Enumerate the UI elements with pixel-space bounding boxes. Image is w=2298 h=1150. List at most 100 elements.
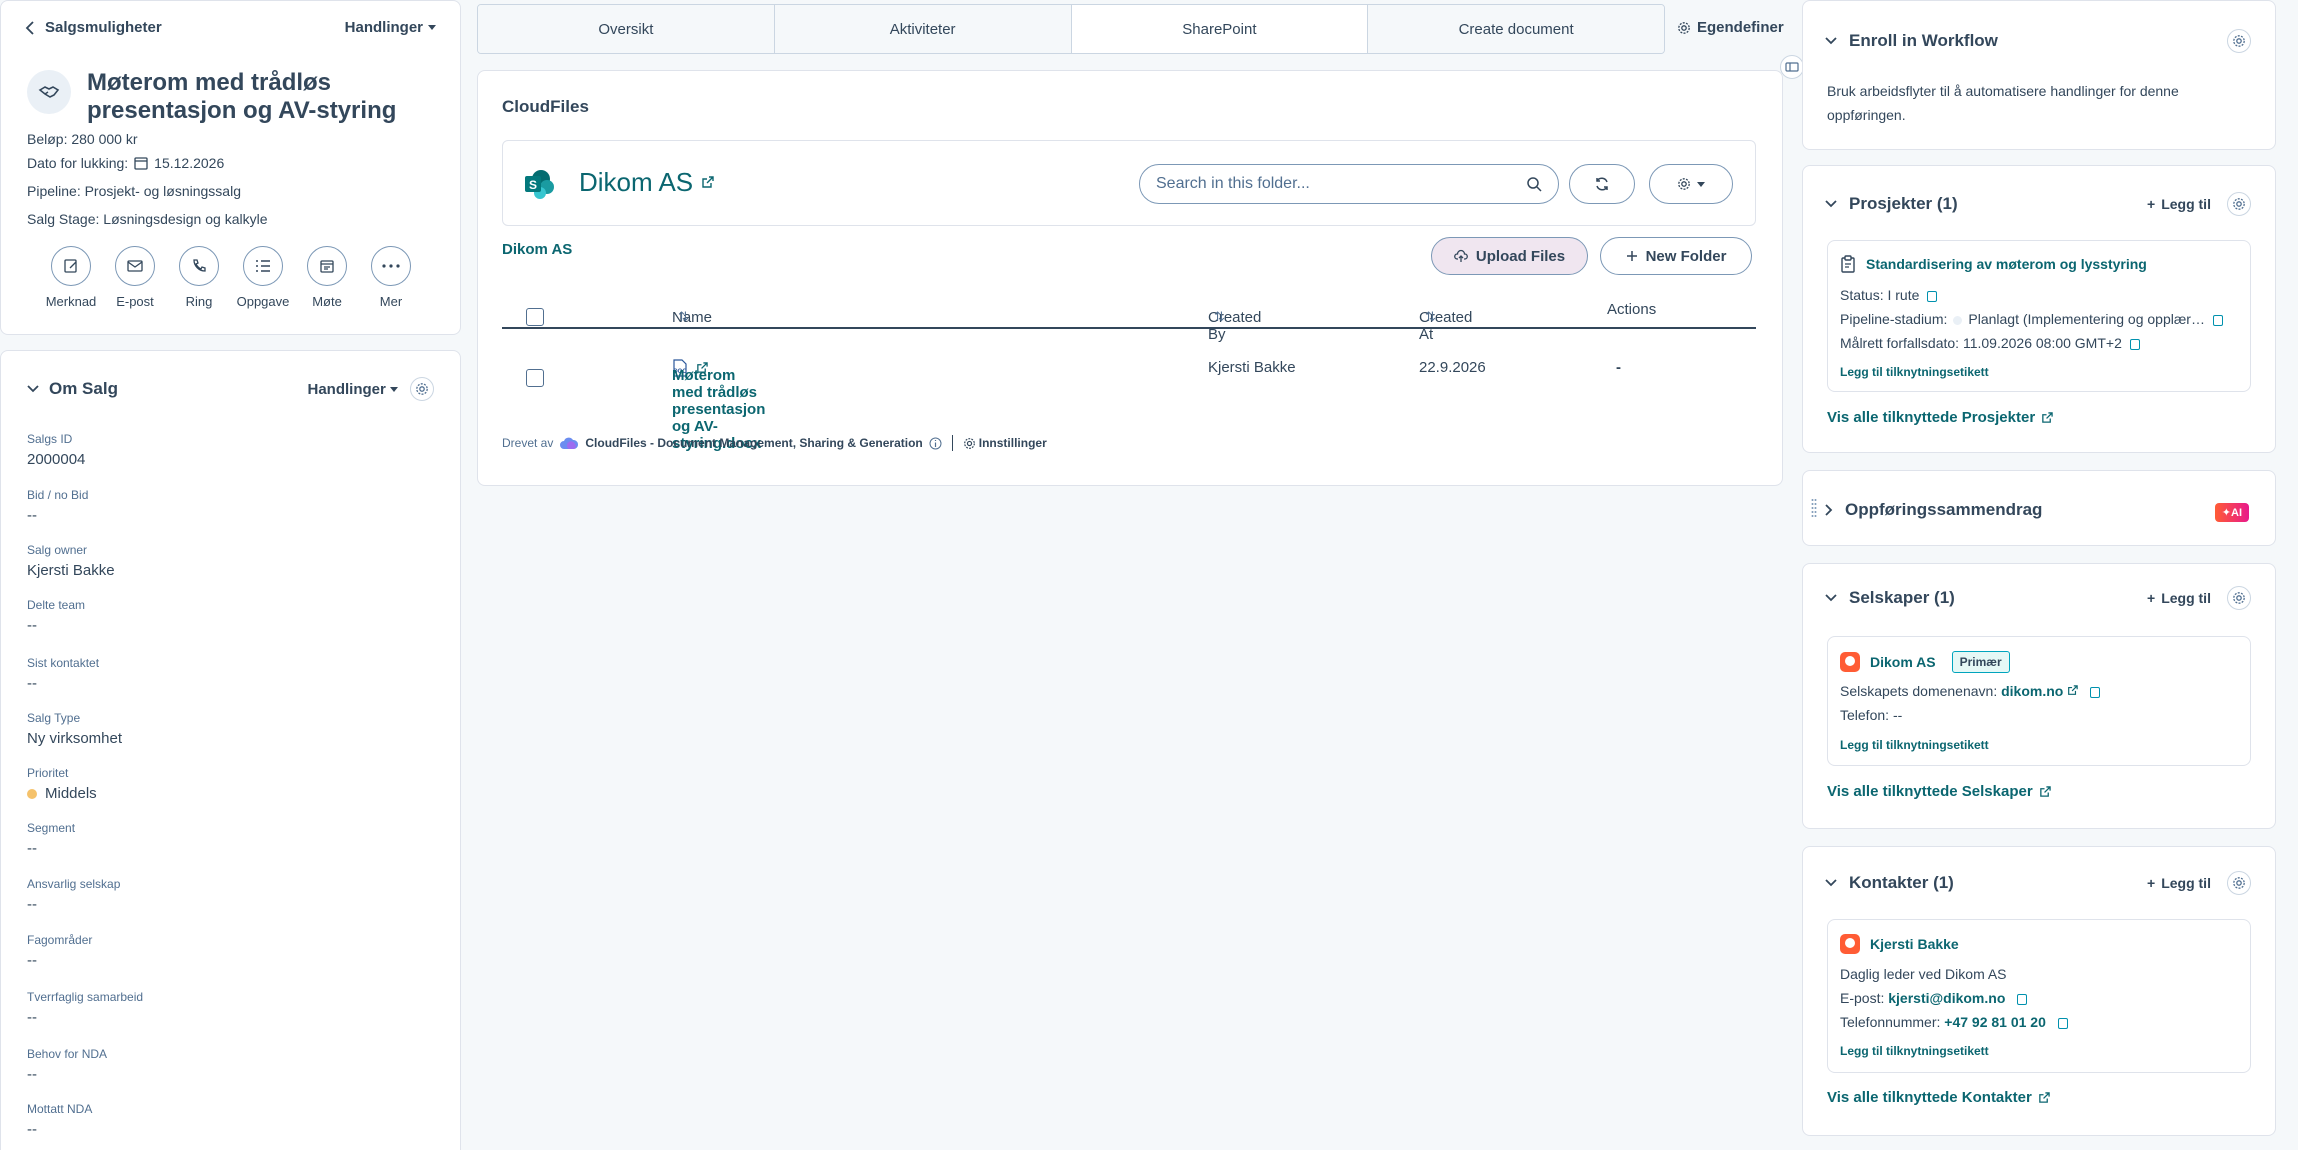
project-name-link[interactable]: Standardisering av møterom og lysstyring (1840, 255, 2147, 273)
property-label: Salg owner (27, 543, 88, 557)
new-folder-label: New Folder (1645, 247, 1727, 265)
close-date-value[interactable]: 15.12.2026 (154, 155, 224, 171)
add-association-label-link[interactable]: Legg til tilknytningsetikett (1840, 365, 1989, 379)
workflow-settings-button[interactable] (2227, 29, 2251, 53)
copy-icon[interactable] (2090, 686, 2101, 698)
property-segment[interactable]: Segment -- (27, 821, 75, 857)
deal-icon (27, 70, 71, 114)
property-salgs-id[interactable]: Salgs ID 2000004 (27, 432, 85, 468)
tab-oversikt[interactable]: Oversikt (478, 5, 775, 53)
project-stage-row: Pipeline-stadium: Planlagt (Implementerin… (1840, 311, 2223, 327)
quick-action-note[interactable]: Merknad (41, 246, 101, 309)
view-all-projects-link[interactable]: Vis alle tilknyttede Prosjekter (1827, 409, 2053, 426)
property-shared-team[interactable]: Delte team -- (27, 598, 85, 634)
about-actions-dropdown[interactable]: Handlinger (307, 381, 398, 398)
back-label: Salgsmuligheter (45, 19, 162, 36)
property-nda-received[interactable]: Mottatt NDA -- (27, 1102, 92, 1138)
site-name-link[interactable]: Dikom AS (579, 167, 714, 198)
property-nda-need[interactable]: Behov for NDA -- (27, 1047, 107, 1083)
domain-label: Selskapets domenenavn: (1840, 683, 1998, 699)
chevron-right-icon (1825, 504, 1833, 516)
summary-toggle[interactable]: Oppføringssammendrag (1825, 500, 2042, 520)
back-link[interactable]: Salgsmuligheter (25, 19, 162, 36)
cloudfiles-settings-link[interactable]: Innstillinger (963, 436, 1047, 450)
copy-icon[interactable] (2129, 338, 2140, 350)
copy-icon[interactable] (2017, 993, 2028, 1005)
property-owner[interactable]: Salg owner Kjersti Bakke (27, 543, 115, 579)
property-collaboration[interactable]: Tverrfaglig samarbeid -- (27, 990, 143, 1026)
companies-settings-button[interactable] (2227, 586, 2251, 610)
quick-action-more[interactable]: Mer (361, 246, 421, 309)
amount-value[interactable]: 280 000 kr (71, 131, 137, 147)
contacts-settings-button[interactable] (2227, 871, 2251, 895)
file-actions[interactable]: - (1616, 359, 1621, 376)
property-fields[interactable]: Fagområder -- (27, 933, 92, 969)
search-placeholder: Search in this folder... (1156, 175, 1310, 192)
phone-link[interactable]: +47 92 81 01 20 (1944, 1014, 2046, 1030)
property-bid[interactable]: Bid / no Bid -- (27, 488, 88, 524)
due-value: 11.09.2026 08:00 GMT+2 (1962, 335, 2122, 351)
tab-aktiviteter[interactable]: Aktiviteter (774, 5, 1072, 53)
quick-action-email[interactable]: E-post (105, 246, 165, 309)
quick-action-call[interactable]: Ring (169, 246, 229, 309)
upload-files-button[interactable]: Upload Files (1431, 237, 1588, 275)
folder-breadcrumb[interactable]: Dikom AS (502, 241, 572, 258)
projects-settings-button[interactable] (2227, 192, 2251, 216)
sharepoint-icon: S (525, 170, 554, 199)
property-label: Delte team (27, 598, 86, 612)
quick-action-meeting[interactable]: Møte (297, 246, 357, 309)
refresh-button[interactable] (1569, 164, 1635, 204)
companies-toggle[interactable]: Selskaper (1) (1825, 588, 1955, 608)
customize-button[interactable]: Egendefiner (1677, 19, 1784, 36)
file-name-link[interactable]: DOC Møterom med trådløs presentasjon og … (672, 359, 765, 452)
select-all-checkbox[interactable] (526, 308, 544, 326)
actions-dropdown[interactable]: Handlinger (345, 19, 436, 36)
contacts-add-button[interactable]: + Legg til (2147, 875, 2211, 891)
stage-value[interactable]: Løsningsdesign og kalkyle (103, 211, 267, 227)
projects-toggle[interactable]: Prosjekter (1) (1825, 194, 1958, 214)
refresh-icon (1596, 177, 1608, 191)
drag-handle-icon[interactable] (1811, 498, 1817, 520)
quick-action-task[interactable]: Oppgave (233, 246, 293, 309)
property-responsible-company[interactable]: Ansvarlig selskap -- (27, 877, 120, 913)
property-priority[interactable]: Prioritet Middels (27, 766, 97, 802)
property-deal-type[interactable]: Salg Type Ny virksomhet (27, 711, 122, 747)
caret-down-icon (1697, 181, 1705, 187)
about-toggle[interactable]: Om Salg (27, 379, 118, 399)
email-link[interactable]: kjersti@dikom.no (1888, 990, 2005, 1006)
task-icon (256, 260, 270, 272)
tab-sharepoint[interactable]: SharePoint (1071, 5, 1369, 53)
view-all-companies-link[interactable]: Vis alle tilknyttede Selskaper (1827, 783, 2051, 800)
add-association-label-link[interactable]: Legg til tilknytningsetikett (1840, 738, 1989, 752)
contact-name[interactable]: Kjersti Bakke (1870, 936, 1959, 952)
gear-icon (1678, 178, 1690, 190)
settings-dropdown-button[interactable] (1649, 164, 1733, 204)
property-value: -- (27, 675, 37, 692)
projects-add-button[interactable]: + Legg til (2147, 196, 2211, 212)
sidebar-toggle-button[interactable] (1780, 55, 1804, 79)
pipeline-value[interactable]: Prosjekt- og løsningssalg (85, 183, 241, 199)
view-all-contacts-link[interactable]: Vis alle tilknyttede Kontakter (1827, 1089, 2050, 1106)
status-label: Status: (1840, 287, 1884, 303)
property-last-contacted[interactable]: Sist kontaktet -- (27, 656, 99, 692)
projects-title: Prosjekter (1) (1849, 194, 1958, 213)
row-checkbox[interactable] (526, 369, 544, 387)
folder-search-input[interactable]: Search in this folder... (1139, 164, 1559, 204)
contact-avatar-icon (1840, 934, 1860, 954)
company-name[interactable]: Dikom AS (1870, 654, 1936, 670)
gear-icon (2233, 198, 2245, 210)
contacts-toggle[interactable]: Kontakter (1) (1825, 873, 1954, 893)
workflow-toggle[interactable]: Enroll in Workflow (1825, 31, 1998, 51)
gear-icon (2233, 592, 2245, 604)
stage-row: Salg Stage: Løsningsdesign og kalkyle (27, 211, 268, 227)
powered-app-name[interactable]: CloudFiles - Document Management, Sharin… (585, 436, 922, 450)
tab-create-document[interactable]: Create document (1368, 5, 1664, 53)
about-settings-button[interactable] (410, 377, 434, 401)
companies-add-button[interactable]: + Legg til (2147, 590, 2211, 606)
copy-icon[interactable] (2212, 314, 2223, 326)
domain-link[interactable]: dikom.no (2001, 683, 2063, 699)
add-association-label-link[interactable]: Legg til tilknytningsetikett (1840, 1044, 1989, 1058)
copy-icon[interactable] (1927, 290, 1938, 302)
copy-icon[interactable] (2057, 1017, 2068, 1029)
new-folder-button[interactable]: New Folder (1600, 237, 1752, 275)
